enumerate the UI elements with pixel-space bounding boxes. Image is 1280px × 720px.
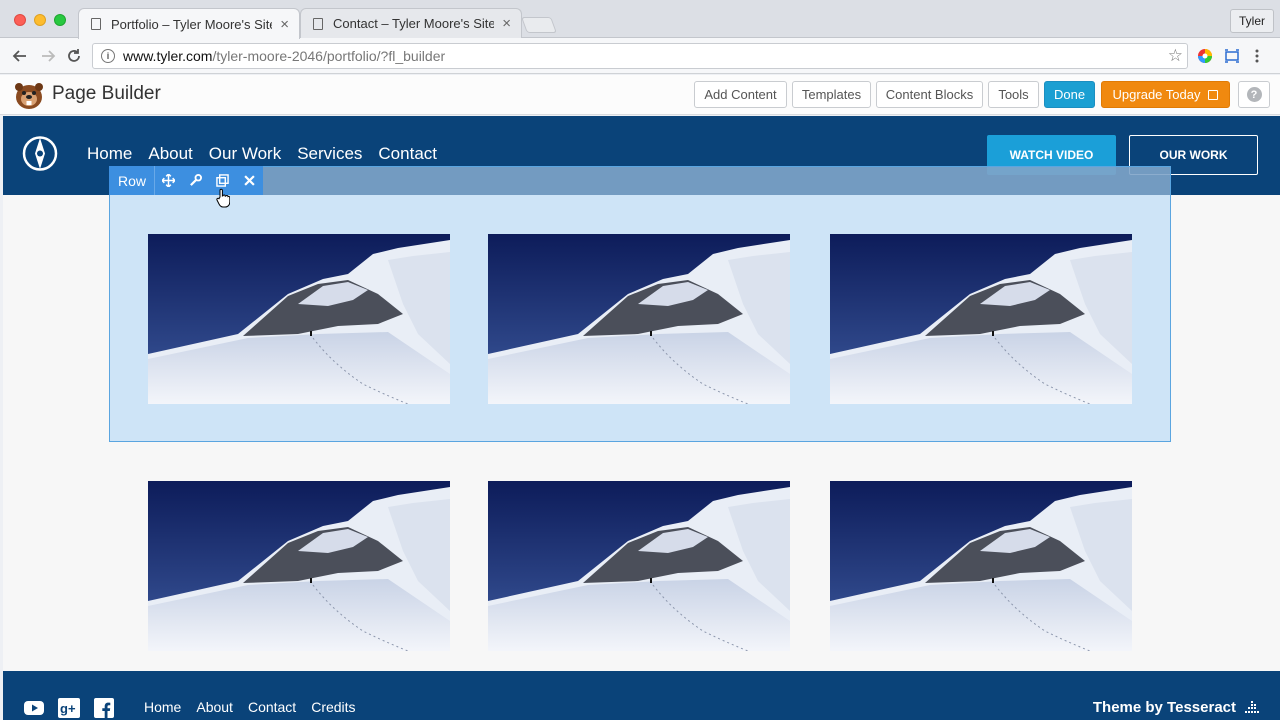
close-icon[interactable] — [236, 166, 263, 195]
nav-about[interactable]: About — [148, 144, 192, 164]
footer-nav: Home About Contact Credits — [144, 699, 371, 715]
close-tab-icon[interactable]: × — [502, 16, 511, 31]
site-main-nav: Home About Our Work Services Contact — [87, 144, 453, 164]
browser-tab-portfolio[interactable]: Portfolio – Tyler Moore's Site × — [78, 8, 300, 39]
new-tab-button[interactable] — [521, 17, 557, 33]
site-footer: g+ Home About Contact Credits Theme by T… — [3, 671, 1280, 720]
browser-tab-contact[interactable]: Contact – Tyler Moore's Site × — [300, 8, 522, 38]
snowy-mountain-photo[interactable] — [148, 234, 450, 404]
color-picker-extension-icon[interactable] — [1197, 48, 1213, 64]
menu-kebab-icon[interactable] — [1253, 48, 1261, 64]
nav-services[interactable]: Services — [297, 144, 362, 164]
move-icon[interactable] — [155, 166, 182, 195]
wrench-icon[interactable] — [182, 166, 209, 195]
tab-title: Contact – Tyler Moore's Site — [333, 16, 495, 31]
tools-button[interactable]: Tools — [988, 81, 1039, 108]
nav-contact[interactable]: Contact — [378, 144, 437, 164]
forward-button[interactable] — [38, 46, 58, 66]
page-icon — [313, 17, 323, 30]
upgrade-label: Upgrade Today — [1112, 87, 1201, 102]
reload-icon — [68, 49, 80, 62]
snowy-mountain-photo[interactable] — [488, 481, 790, 651]
snowy-mountain-photo[interactable] — [830, 481, 1132, 651]
google-plus-icon[interactable]: g+ — [58, 698, 80, 718]
back-button[interactable] — [10, 46, 30, 66]
tesseract-icon — [1245, 701, 1259, 713]
hand-cursor-icon — [216, 188, 230, 208]
row-label[interactable]: Row — [109, 166, 156, 195]
page-icon — [91, 18, 101, 30]
footer-nav-contact[interactable]: Contact — [248, 699, 296, 715]
page-builder-title: Page Builder — [52, 83, 161, 104]
upgrade-button[interactable]: Upgrade Today — [1101, 81, 1230, 108]
url-host: www.tyler.com — [123, 48, 213, 64]
zoom-window-button[interactable] — [54, 14, 66, 26]
close-tab-icon[interactable]: × — [280, 17, 289, 32]
snowy-mountain-photo[interactable] — [488, 234, 790, 404]
help-button[interactable]: ? — [1238, 81, 1270, 108]
footer-nav-home[interactable]: Home — [144, 699, 181, 715]
minimize-window-button[interactable] — [34, 14, 46, 26]
content-blocks-button[interactable]: Content Blocks — [876, 81, 983, 108]
profile-button[interactable]: Tyler — [1229, 9, 1274, 33]
reload-button[interactable] — [64, 46, 84, 66]
facebook-icon[interactable] — [94, 698, 114, 718]
nav-home[interactable]: Home — [87, 144, 132, 164]
back-arrow-icon — [12, 50, 26, 62]
site-info-icon[interactable]: i — [101, 49, 115, 63]
row-overlay-band — [110, 167, 1170, 195]
footer-nav-credits[interactable]: Credits — [311, 699, 355, 715]
snowy-mountain-photo[interactable] — [148, 481, 450, 651]
screenshot-extension-icon[interactable] — [1224, 48, 1240, 64]
external-link-icon — [1208, 89, 1219, 100]
browser-toolbar: i www.tyler.com/tyler-moore-2046/portfol… — [0, 38, 1280, 74]
templates-button[interactable]: Templates — [792, 81, 871, 108]
snowy-mountain-photo[interactable] — [830, 234, 1132, 404]
url-path: /tyler-moore-2046/portfolio/?fl_builder — [212, 48, 446, 64]
browser-tab-bar: Portfolio – Tyler Moore's Site × Contact… — [0, 0, 1280, 39]
footer-nav-about[interactable]: About — [196, 699, 233, 715]
theme-credit[interactable]: Theme by Tesseract — [1093, 699, 1236, 716]
close-window-button[interactable] — [14, 14, 26, 26]
row-toolbar: Row — [109, 166, 264, 195]
page-builder-bar: Page Builder Add Content Templates Conte… — [0, 75, 1280, 115]
tab-title: Portfolio – Tyler Moore's Site — [111, 16, 273, 32]
address-bar[interactable]: i www.tyler.com/tyler-moore-2046/portfol… — [92, 43, 1188, 69]
forward-arrow-icon — [42, 50, 56, 62]
nav-our-work[interactable]: Our Work — [209, 144, 281, 164]
help-icon: ? — [1246, 87, 1262, 102]
svg-text:g+: g+ — [60, 701, 76, 716]
youtube-icon[interactable] — [24, 698, 44, 718]
bookmark-star-icon[interactable]: ☆ — [1168, 46, 1183, 66]
done-button[interactable]: Done — [1044, 81, 1095, 108]
beaver-logo-icon — [15, 83, 43, 109]
add-content-button[interactable]: Add Content — [694, 81, 787, 108]
compass-logo-icon[interactable] — [22, 134, 58, 173]
